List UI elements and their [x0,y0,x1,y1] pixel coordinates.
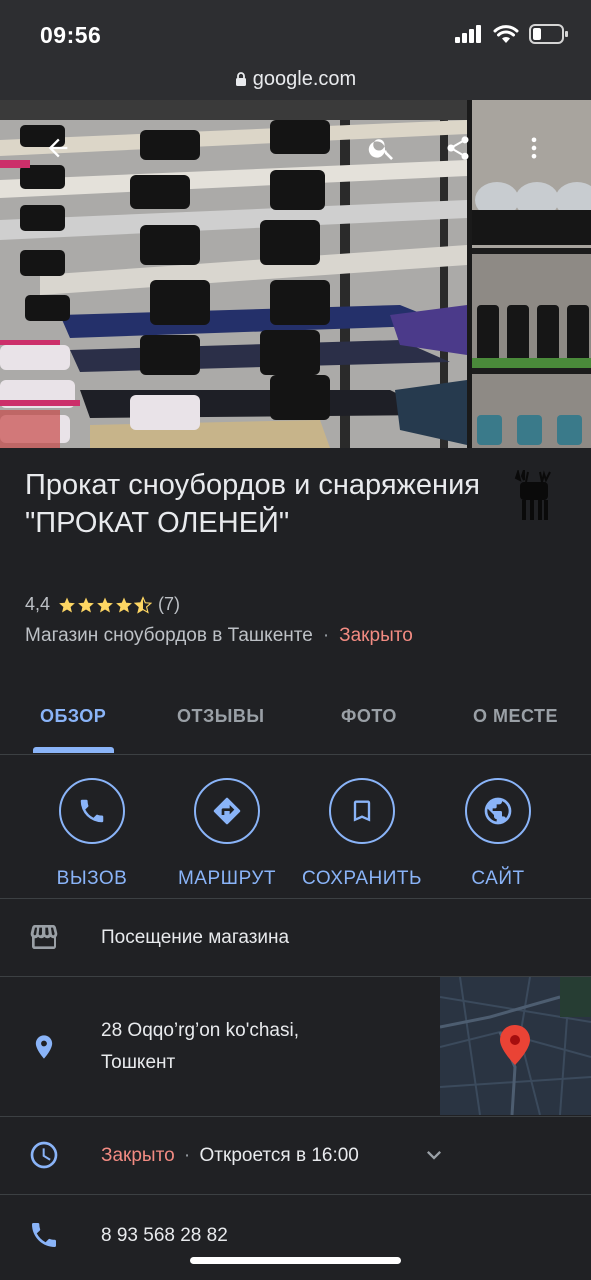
address-line-2: Тошкент [101,1052,176,1073]
share-icon [447,136,469,160]
search-button[interactable] [362,128,402,168]
rating-row[interactable]: 4,4 (7) [25,594,180,615]
status-time: 09:56 [40,22,102,48]
system-icons [455,24,569,44]
signal-icon [455,25,481,43]
rating-value: 4,4 [25,594,51,614]
address-row[interactable]: 28 Oqqo’rg’on ko'chasi, Тошкент [0,977,591,1117]
back-button[interactable] [38,128,78,168]
call-button-circle[interactable] [59,778,125,844]
website-button-circle[interactable] [465,778,531,844]
storefront-icon [30,925,58,949]
star-icon [97,597,113,612]
photo-carousel[interactable] [0,100,591,448]
save-label: СОХРАНИТЬ [302,868,422,889]
website-button[interactable]: САЙТ [428,778,568,890]
share-button[interactable] [438,128,478,168]
hours-next-open: Откроется в 16:00 [199,1145,359,1166]
star-icon [116,597,132,612]
tab-about[interactable]: О МЕСТЕ [473,706,558,727]
hours-row[interactable]: Закрыто · Откроется в 16:00 [0,1117,591,1195]
place-title: Прокат сноубордов и снаряжения "ПРОКАТ О… [25,469,480,539]
star-icon [78,597,94,612]
category-row: Магазин сноубордов в Ташкенте · Закрыто [25,625,413,647]
hours-text: Закрыто · Откроется в 16:00 [101,1140,359,1172]
reviews-count: (7) [158,594,181,614]
save-button[interactable]: СОХРАНИТЬ [292,778,432,890]
hours-separator: · [183,1145,191,1166]
directions-button-circle[interactable] [194,778,260,844]
star-half-icon [134,595,153,614]
address-line-1: 28 Oqqo’rg’on ko'chasi, [101,1020,299,1041]
star-icon [59,597,75,612]
directions-icon [213,797,241,825]
place-logo [514,470,551,520]
phone-icon [32,1223,56,1247]
open-status: Закрыто [339,625,413,646]
directions-label: МАРШРУТ [177,868,277,889]
url-text: google.com [252,68,357,90]
separator-dot: · [322,625,330,646]
action-buttons: ВЫЗОВ МАРШРУТ СОХРАНИТЬ САЙТ [0,760,591,899]
tab-overview[interactable]: ОБЗОР [40,706,106,727]
more-options-button[interactable] [514,128,554,168]
call-label: ВЫЗОВ [56,868,128,889]
tab-bar: ОБЗОР ОТЗЫВЫ ФОТО О МЕСТЕ [0,690,591,755]
tab-photos[interactable]: ФОТО [341,706,397,727]
active-tab-indicator [33,747,114,753]
save-button-circle[interactable] [329,778,395,844]
address-text: 28 Oqqo’rg’on ko'chasi, Тошкент [101,1015,299,1079]
wifi-icon [493,25,519,43]
status-bar: 09:56 [0,0,591,60]
rating-stars [58,595,153,614]
lock-icon [235,72,246,86]
arrow-back-icon [48,138,68,158]
website-label: САЙТ [471,868,525,889]
tab-reviews[interactable]: ОТЗЫВЫ [177,706,265,727]
url-bar[interactable]: google.com [0,60,591,100]
home-indicator[interactable] [190,1257,401,1264]
call-button[interactable]: ВЫЗОВ [22,778,162,890]
map-thumbnail[interactable] [440,977,591,1115]
phone-number: 8 93 568 28 82 [101,1225,228,1246]
location-pin-icon [35,1035,53,1059]
clock-icon [30,1141,58,1169]
bookmark-icon [353,800,371,822]
more-vert-icon [531,137,537,159]
visit-store-text: Посещение магазина [101,927,290,948]
hours-status: Закрыто [101,1145,175,1166]
phone-row[interactable]: 8 93 568 28 82 [0,1195,591,1280]
battery-icon [529,24,568,44]
visit-store-row[interactable]: Посещение магазина [0,899,591,977]
search-icon [368,139,393,160]
chevron-down-icon[interactable] [420,1141,448,1169]
place-category: Магазин сноубордов в Ташкенте [25,625,313,646]
globe-icon [484,797,512,825]
phone-icon [80,799,104,823]
directions-button[interactable]: МАРШРУТ [157,778,297,890]
